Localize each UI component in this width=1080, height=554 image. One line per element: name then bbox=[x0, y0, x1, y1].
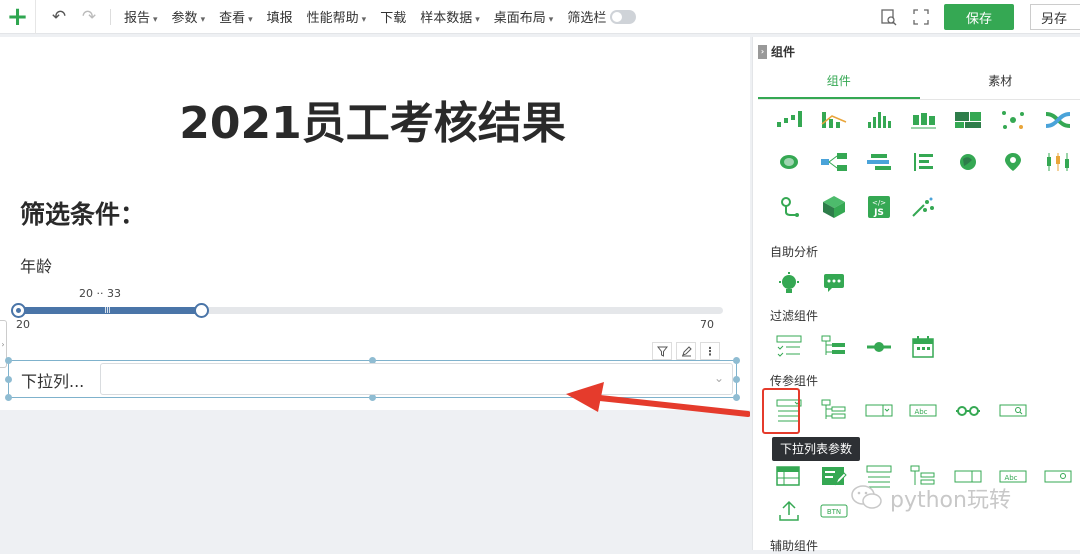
dropdown-label: 下拉列... bbox=[21, 368, 84, 392]
fullscreen-icon[interactable] bbox=[912, 8, 930, 26]
watermark-text: python玩转 bbox=[890, 482, 1011, 514]
magic-wand-icon[interactable] bbox=[905, 189, 941, 225]
cube-3d-icon[interactable] bbox=[816, 189, 852, 225]
heat-map-icon[interactable] bbox=[771, 144, 807, 180]
abc-text: Abc bbox=[1004, 474, 1017, 482]
slider-handle-low[interactable] bbox=[11, 303, 26, 318]
slider-handle-high[interactable] bbox=[194, 303, 209, 318]
menu-filter-bar[interactable]: 筛选栏 bbox=[560, 7, 643, 26]
globe-map-icon[interactable] bbox=[950, 144, 986, 180]
button-widget-icon[interactable]: BTN bbox=[816, 493, 852, 529]
collapse-panel-icon[interactable]: › bbox=[758, 45, 767, 59]
resize-handle[interactable] bbox=[5, 357, 12, 364]
resize-handle[interactable] bbox=[733, 357, 740, 364]
flow-chart-icon[interactable] bbox=[816, 144, 852, 180]
menu-desktop-layout[interactable]: 桌面布局▾ bbox=[487, 7, 561, 26]
tab-divider bbox=[758, 99, 1080, 100]
section-self-analysis: 自助分析 bbox=[770, 243, 818, 260]
menu-report[interactable]: 报告▾ bbox=[117, 7, 165, 26]
sankey-chart-icon[interactable] bbox=[1040, 102, 1076, 138]
waterfall-chart-icon[interactable] bbox=[771, 102, 807, 138]
undo-icon[interactable]: ↶ bbox=[44, 7, 74, 27]
search-box-icon[interactable] bbox=[1040, 459, 1076, 495]
candlestick-chart-icon[interactable] bbox=[1040, 144, 1076, 180]
save-button[interactable]: 保存 bbox=[944, 4, 1014, 30]
menu-fill[interactable]: 填报 bbox=[260, 7, 300, 26]
lightbulb-icon[interactable] bbox=[771, 265, 807, 301]
form-edit-icon[interactable] bbox=[816, 459, 852, 495]
date-filter-icon[interactable] bbox=[905, 329, 941, 365]
widget-toolbar: ⋮ bbox=[652, 342, 720, 360]
scatter-chart-icon[interactable] bbox=[995, 102, 1031, 138]
toolbar-right: 保存 另存 bbox=[880, 0, 1080, 34]
redo-icon[interactable]: ↷ bbox=[74, 7, 104, 27]
range-slider-filter-icon[interactable] bbox=[861, 329, 897, 365]
table-edit-icon[interactable] bbox=[771, 459, 807, 495]
add-icon[interactable]: + bbox=[0, 0, 36, 34]
boxplot-chart-icon[interactable] bbox=[905, 102, 941, 138]
watermark: python玩转 bbox=[850, 482, 1011, 514]
route-map-icon[interactable] bbox=[771, 189, 807, 225]
svg-text:JS: JS bbox=[873, 208, 884, 218]
page-title: 2021员工考核结果 bbox=[0, 87, 745, 151]
slider-param-icon[interactable] bbox=[950, 393, 986, 429]
resize-handle[interactable] bbox=[5, 376, 12, 383]
section-assist-components: 辅助组件 bbox=[770, 537, 818, 554]
list-chart-icon[interactable] bbox=[905, 144, 941, 180]
tab-materials[interactable]: 素材 bbox=[920, 67, 1080, 99]
slider-max-label: 70 bbox=[700, 318, 714, 331]
filter-heading: 筛选条件： bbox=[20, 195, 145, 231]
age-label: 年龄 bbox=[20, 253, 52, 277]
slider-min-label: 20 bbox=[16, 318, 30, 331]
btn-text: BTN bbox=[827, 508, 841, 516]
js-chart-icon[interactable]: JS</> bbox=[861, 189, 897, 225]
arrow-annotation-icon bbox=[560, 378, 750, 428]
gantt-chart-icon[interactable] bbox=[861, 144, 897, 180]
upload-icon[interactable] bbox=[771, 493, 807, 529]
combo-chart-icon[interactable] bbox=[816, 102, 852, 138]
treemap-chart-icon[interactable] bbox=[950, 102, 986, 138]
bar-chart-icon[interactable] bbox=[861, 102, 897, 138]
slider-grip-icon: ||| bbox=[104, 304, 110, 314]
age-slider-track[interactable] bbox=[18, 307, 723, 314]
range-readout: 20 ·· 33 bbox=[79, 287, 121, 300]
chat-bubble-icon[interactable] bbox=[816, 265, 852, 301]
highlight-box bbox=[762, 388, 800, 434]
dropdown-box-param-icon[interactable] bbox=[861, 393, 897, 429]
resize-handle[interactable] bbox=[369, 394, 376, 401]
panel-header: ›组件 bbox=[753, 37, 1080, 65]
menu-params[interactable]: 参数▾ bbox=[165, 7, 213, 26]
menu-performance-help[interactable]: 性能帮助▾ bbox=[300, 7, 374, 26]
filter-bar-toggle[interactable] bbox=[610, 10, 636, 24]
edit-icon[interactable] bbox=[676, 342, 696, 360]
menu-sample-data[interactable]: 样本数据▾ bbox=[413, 7, 487, 26]
more-icon[interactable]: ⋮ bbox=[700, 342, 720, 360]
text-input-param-icon[interactable]: Abc bbox=[905, 393, 941, 429]
menu-view[interactable]: 查看▾ bbox=[212, 7, 260, 26]
search-doc-icon[interactable] bbox=[880, 8, 898, 26]
save-as-button[interactable]: 另存 bbox=[1030, 4, 1080, 30]
resize-handle[interactable] bbox=[5, 394, 12, 401]
panel-tabs: 组件 素材 bbox=[758, 67, 1080, 99]
tab-components[interactable]: 组件 bbox=[758, 67, 920, 99]
section-param-components: 传参组件 bbox=[770, 372, 818, 389]
top-toolbar: + ↶ ↷ 报告▾ 参数▾ 查看▾ 填报 性能帮助▾ 下载 样本数据▾ 桌面布局… bbox=[0, 0, 1080, 34]
tooltip: 下拉列表参数 bbox=[772, 437, 860, 461]
checklist-filter-icon[interactable] bbox=[771, 329, 807, 365]
component-panel: ›组件 组件 素材 JS</> 自助分析 过滤组件 传参组件 Abc Abc B… bbox=[752, 37, 1080, 550]
section-filter-components: 过滤组件 bbox=[770, 307, 818, 324]
tree-filter-icon[interactable] bbox=[816, 329, 852, 365]
toolbar-divider bbox=[110, 9, 111, 25]
tree-param-icon[interactable] bbox=[816, 393, 852, 429]
svg-text:</>: </> bbox=[872, 199, 886, 207]
wechat-icon bbox=[850, 484, 884, 512]
filter-icon[interactable] bbox=[652, 342, 672, 360]
map-pin-icon[interactable] bbox=[995, 144, 1031, 180]
report-canvas: › 2021员工考核结果 筛选条件： 年龄 20 ·· 33 ||| 20 70… bbox=[0, 37, 750, 410]
abc-text: Abc bbox=[914, 408, 927, 416]
menu-download[interactable]: 下载 bbox=[373, 7, 413, 26]
search-box-param-icon[interactable] bbox=[995, 393, 1031, 429]
